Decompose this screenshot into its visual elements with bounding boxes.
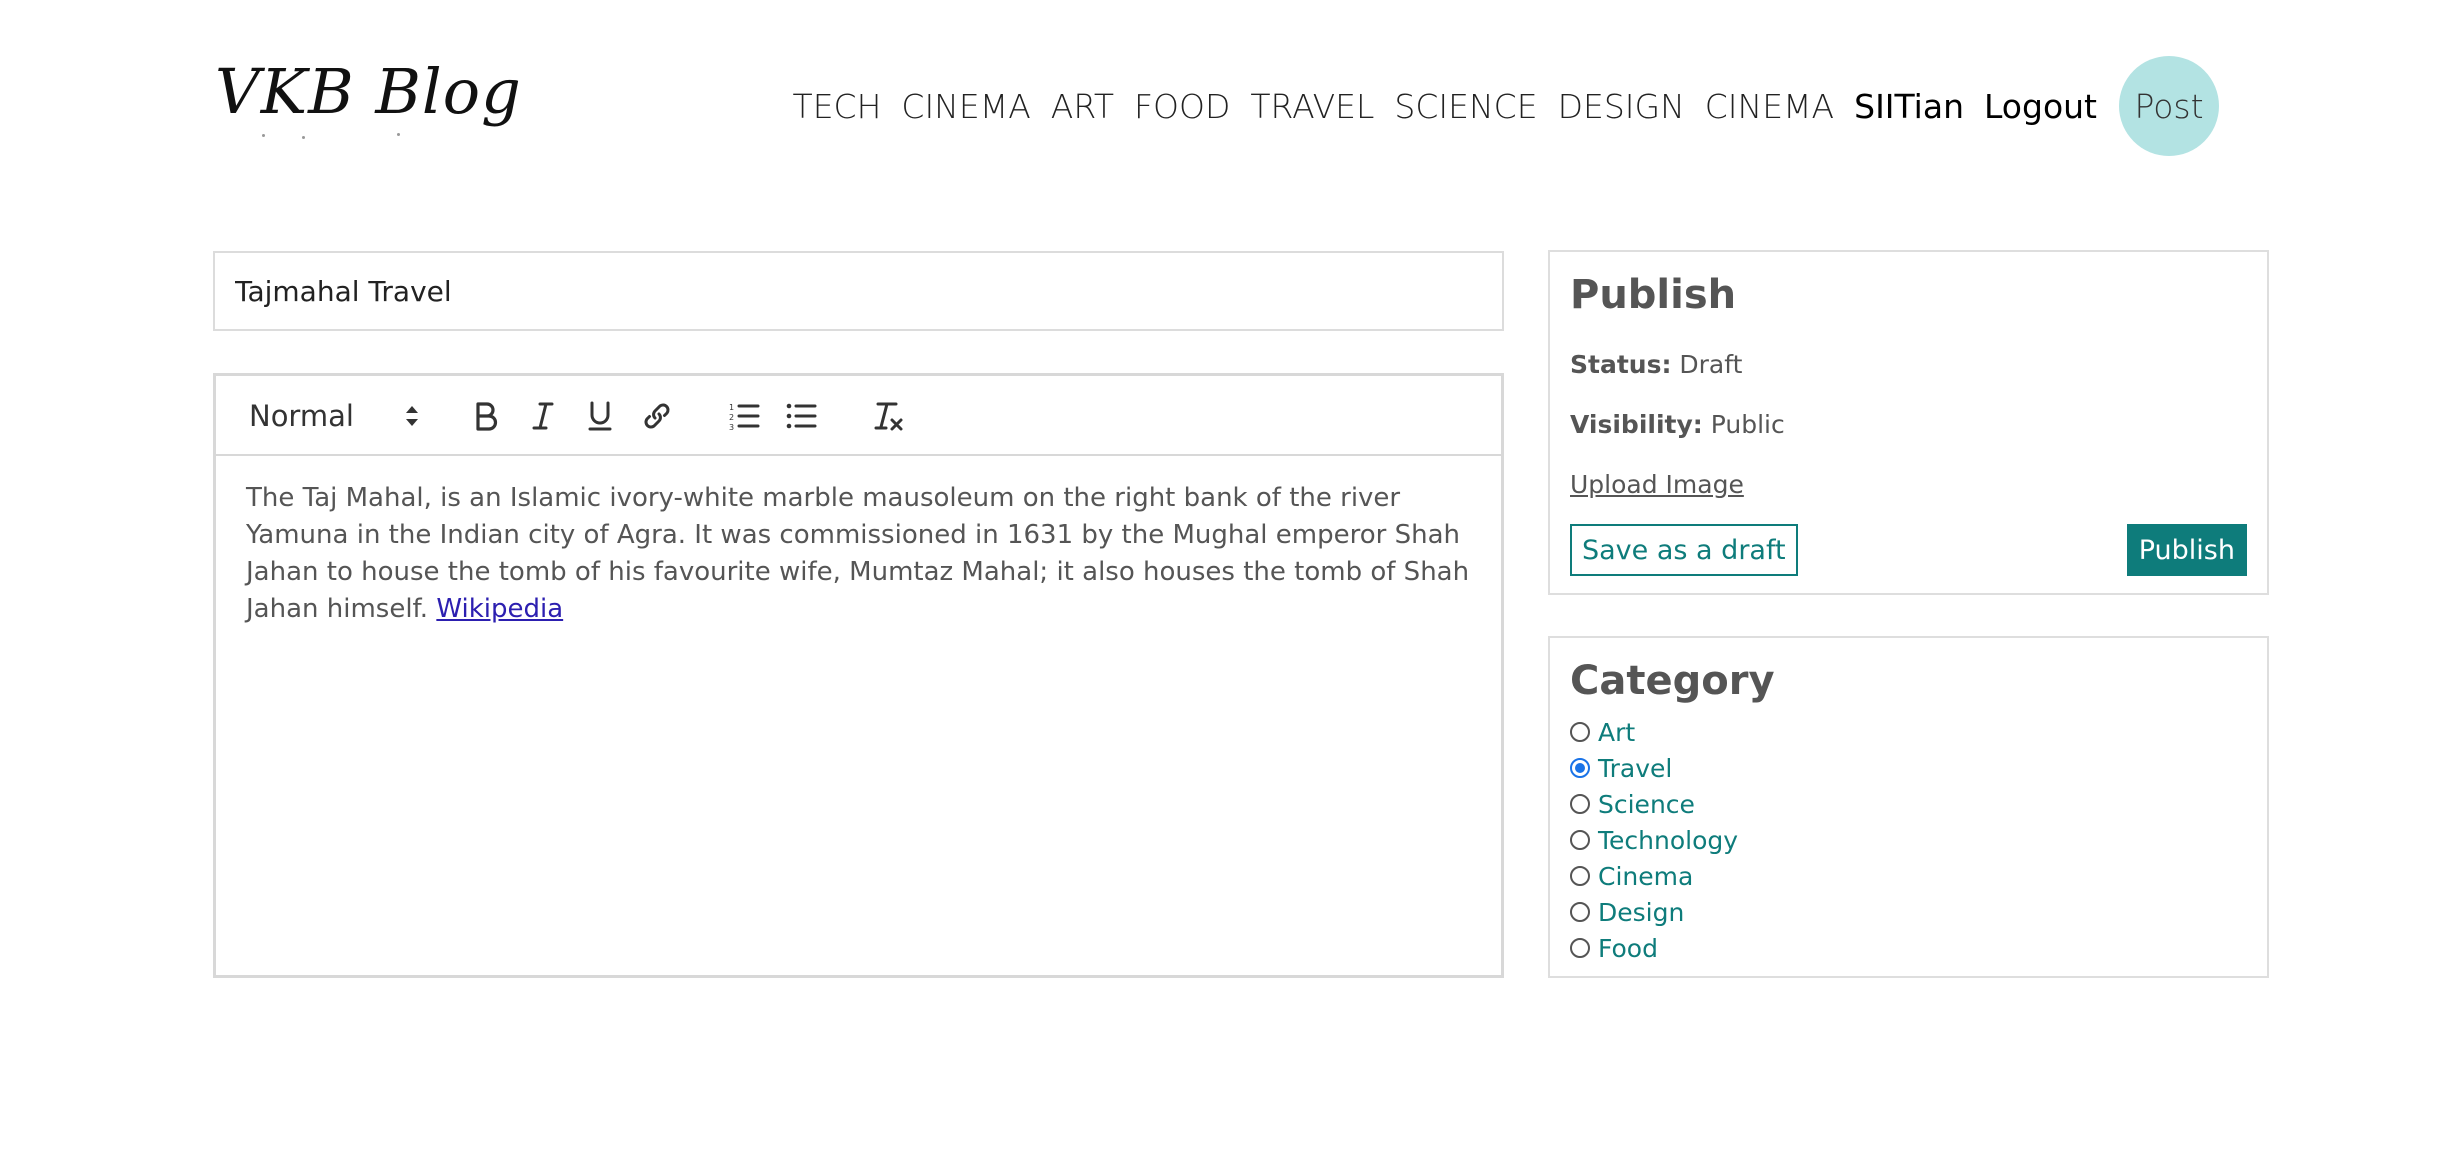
category-option-cinema[interactable]: Cinema: [1570, 858, 1738, 894]
radio-technology[interactable]: [1570, 830, 1590, 850]
nav-cinema-2[interactable]: CINEMA: [1705, 87, 1834, 126]
nav-food[interactable]: FOOD: [1134, 87, 1230, 126]
category-label: Cinema: [1598, 861, 1694, 891]
nav-science[interactable]: SCIENCE: [1394, 87, 1537, 126]
logo-decoration: [262, 130, 442, 140]
category-option-science[interactable]: Science: [1570, 786, 1738, 822]
category-option-food[interactable]: Food: [1570, 930, 1738, 966]
link-icon[interactable]: [637, 376, 677, 456]
italic-icon[interactable]: [523, 376, 563, 456]
rich-text-editor: Normal 1 2 3 The Taj Mahal, is an Islami…: [213, 373, 1504, 978]
category-option-technology[interactable]: Technology: [1570, 822, 1738, 858]
publish-heading: Publish: [1570, 272, 1737, 318]
svg-text:3: 3: [729, 423, 734, 431]
radio-design[interactable]: [1570, 902, 1590, 922]
category-label: Design: [1598, 897, 1685, 927]
bullet-list-icon[interactable]: [781, 376, 821, 456]
category-label: Food: [1598, 933, 1658, 963]
nav-username[interactable]: SIITian: [1854, 87, 1964, 126]
category-label: Science: [1598, 789, 1695, 819]
publish-button[interactable]: Publish: [2126, 524, 2247, 576]
post-button[interactable]: Post: [2119, 56, 2219, 156]
visibility-value: Public: [1710, 410, 1785, 439]
category-list: Art Travel Science Technology Cinema Des…: [1570, 714, 1738, 966]
nav-design[interactable]: DESIGN: [1558, 87, 1685, 126]
clear-format-icon[interactable]: [868, 376, 908, 456]
category-heading: Category: [1570, 658, 1775, 704]
nav-travel[interactable]: TRAVEL: [1250, 87, 1374, 126]
status-label: Status:: [1570, 350, 1672, 379]
editor-body-text: The Taj Mahal, is an Islamic ivory-white…: [246, 483, 1470, 624]
radio-science[interactable]: [1570, 794, 1590, 814]
main-nav: TECH CINEMA ART FOOD TRAVEL SCIENCE DESI…: [773, 56, 2219, 156]
editor-content[interactable]: The Taj Mahal, is an Islamic ivory-white…: [216, 456, 1501, 652]
logout-link[interactable]: Logout: [1984, 87, 2097, 126]
underline-icon[interactable]: [580, 376, 620, 456]
post-title-input[interactable]: [213, 251, 1504, 331]
category-label: Technology: [1598, 825, 1739, 855]
ordered-list-icon[interactable]: 1 2 3: [724, 376, 764, 456]
status-value: Draft: [1679, 350, 1743, 379]
wikipedia-link[interactable]: Wikipedia: [436, 594, 563, 624]
visibility-label: Visibility:: [1570, 410, 1703, 439]
nav-tech[interactable]: TECH: [793, 87, 882, 126]
category-panel: Category Art Travel Science Technology C…: [1548, 636, 2269, 978]
save-draft-button[interactable]: Save as a draft: [1570, 524, 1798, 576]
nav-cinema[interactable]: CINEMA: [901, 87, 1030, 126]
visibility-field: Visibility: Public: [1570, 410, 1785, 439]
category-label: Art: [1598, 717, 1636, 747]
upload-image-link[interactable]: Upload Image: [1570, 470, 1744, 499]
category-option-art[interactable]: Art: [1570, 714, 1738, 750]
svg-text:1: 1: [729, 403, 734, 412]
radio-food[interactable]: [1570, 938, 1590, 958]
nav-art[interactable]: ART: [1051, 87, 1114, 126]
category-option-travel[interactable]: Travel: [1570, 750, 1738, 786]
editor-toolbar: Normal 1 2 3: [216, 376, 1501, 456]
radio-cinema[interactable]: [1570, 866, 1590, 886]
radio-travel[interactable]: [1570, 758, 1590, 778]
svg-text:2: 2: [729, 413, 734, 422]
category-option-design[interactable]: Design: [1570, 894, 1738, 930]
status-field: Status: Draft: [1570, 350, 1742, 379]
publish-panel: Publish Status: Draft Visibility: Public…: [1548, 250, 2269, 595]
site-logo[interactable]: VKB Blog: [215, 55, 522, 128]
format-select-value: Normal: [249, 399, 354, 433]
format-select[interactable]: Normal: [249, 376, 419, 456]
bold-icon[interactable]: [466, 376, 506, 456]
radio-art[interactable]: [1570, 722, 1590, 742]
select-arrows-icon: [406, 406, 418, 426]
category-label: Travel: [1598, 753, 1673, 783]
